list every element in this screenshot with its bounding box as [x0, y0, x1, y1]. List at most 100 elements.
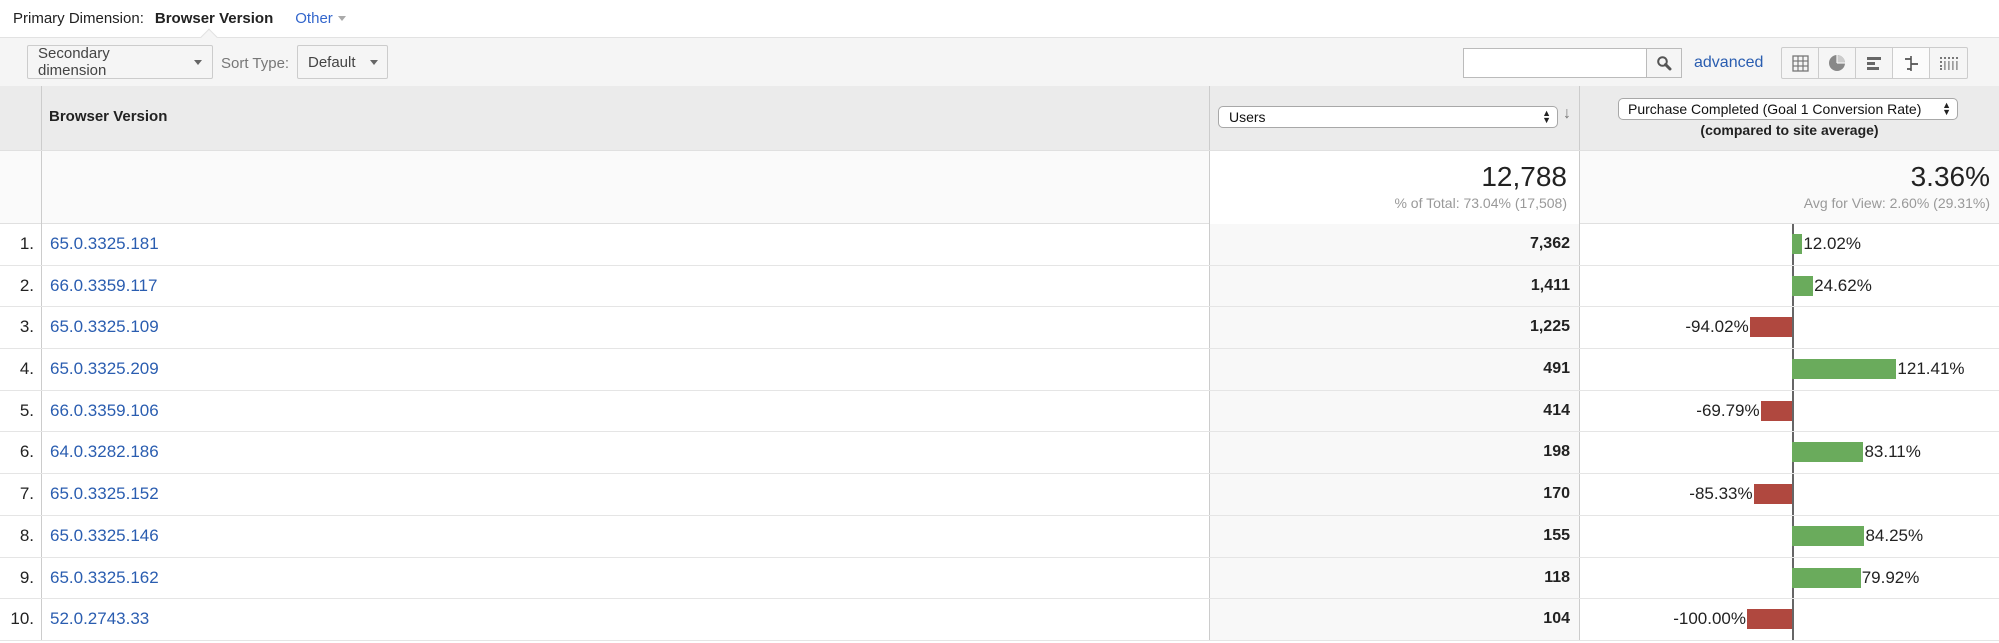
sort-type-dropdown[interactable]: Default — [297, 45, 388, 79]
primary-dimension-label: Primary Dimension: — [13, 9, 144, 27]
comparison-axis — [1792, 390, 1794, 432]
row-dimension-cell: 65.0.3325.152 — [42, 474, 1210, 515]
comparison-bar-positive — [1792, 567, 1861, 588]
table-row: 7. 65.0.3325.152 170 -85.33% — [0, 474, 1999, 516]
row-users-value: 1,225 — [1210, 307, 1580, 349]
comparison-label: -69.79% — [1696, 400, 1760, 420]
conversion-rate-total: 3.36% — [1910, 161, 1990, 192]
row-users-value: 155 — [1210, 515, 1580, 557]
users-percent-of-total: % of Total: 73.04% (17,508) — [1394, 195, 1567, 211]
comparison-bar-positive — [1792, 525, 1865, 546]
comparison-label: 24.62% — [1814, 275, 1872, 295]
comparison-label: 79.92% — [1861, 567, 1920, 587]
row-comparison-cell: 12.02% — [1580, 224, 1999, 265]
comparison-bar-negative — [1760, 400, 1792, 421]
row-dimension-cell: 52.0.2743.33 — [42, 599, 1210, 640]
row-users-value: 7,362 — [1210, 224, 1580, 265]
row-rank: 7. — [0, 474, 42, 515]
row-dimension-cell: 64.0.3282.186 — [42, 432, 1210, 474]
other-dimension-dropdown[interactable]: Other — [295, 10, 346, 27]
table-row: 10. 52.0.2743.33 104 -100.00% — [0, 599, 1999, 641]
header-rank-cell — [0, 86, 42, 150]
comparison-label: 83.11% — [1864, 442, 1921, 462]
row-comparison-cell: 83.11% — [1580, 432, 1999, 474]
browser-version-link[interactable]: 65.0.3325.181 — [50, 234, 159, 253]
conversion-rate-avg: Avg for View: 2.60% (29.31%) — [1803, 195, 1990, 211]
view-pivot-button[interactable] — [1930, 48, 1967, 78]
comparison-bar-positive — [1792, 234, 1803, 254]
browser-version-link[interactable]: 52.0.2743.33 — [50, 609, 149, 628]
select-arrows-icon: ▲ ▼ — [1542, 108, 1551, 125]
row-rank: 9. — [0, 557, 42, 599]
row-users-value: 170 — [1210, 474, 1580, 515]
comparison-label: -85.33% — [1689, 484, 1753, 504]
row-users-value: 104 — [1210, 599, 1580, 640]
table-row: 2. 66.0.3359.117 1,411 24.62% — [0, 265, 1999, 308]
comparison-axis — [1792, 599, 1794, 640]
table-toolbar: Secondary dimension Sort Type: Default a… — [0, 28, 1999, 86]
browser-version-link[interactable]: 65.0.3325.152 — [50, 484, 159, 503]
view-toggle-group — [1781, 47, 1968, 79]
row-dimension-cell: 65.0.3325.109 — [42, 307, 1210, 349]
row-comparison-cell: 79.92% — [1580, 557, 1999, 599]
pie-icon — [1829, 55, 1845, 71]
row-dimension-cell: 65.0.3325.146 — [42, 515, 1210, 557]
table-row: 9. 65.0.3325.162 118 79.92% — [0, 557, 1999, 600]
header-dimension-cell: Browser Version — [42, 86, 1210, 150]
comparison-bar-negative — [1747, 609, 1792, 630]
row-rank: 3. — [0, 307, 42, 349]
search-button[interactable] — [1646, 48, 1682, 78]
row-comparison-cell: -100.00% — [1580, 599, 1999, 640]
row-rank: 2. — [0, 265, 42, 307]
browser-version-link[interactable]: 65.0.3325.209 — [50, 359, 159, 378]
advanced-filter-link[interactable]: advanced — [1694, 54, 1763, 72]
summary-users-cell: 12,788 % of Total: 73.04% (17,508) — [1210, 151, 1580, 224]
comparison-axis — [1792, 474, 1794, 515]
browser-version-link[interactable]: 65.0.3325.109 — [50, 317, 159, 336]
other-dimension-label: Other — [295, 9, 333, 27]
row-dimension-cell: 65.0.3325.209 — [42, 349, 1210, 390]
comparison-bar-negative — [1753, 484, 1792, 505]
sort-type-label: Sort Type: — [221, 55, 290, 72]
browser-version-link[interactable]: 66.0.3359.117 — [50, 276, 157, 295]
select-arrows-icon: ▲ ▼ — [1942, 100, 1951, 117]
chevron-down-icon — [194, 59, 202, 65]
row-users-value: 118 — [1210, 557, 1580, 599]
view-performance-button[interactable] — [1856, 48, 1893, 78]
row-comparison-cell: -85.33% — [1580, 474, 1999, 515]
sort-type-value: Default — [308, 53, 356, 71]
secondary-dimension-label: Secondary dimension — [38, 45, 110, 79]
table-search-input[interactable] — [1463, 48, 1646, 78]
view-comparison-button[interactable] — [1893, 48, 1930, 78]
secondary-dimension-dropdown[interactable]: Secondary dimension — [27, 45, 213, 79]
view-percentage-button[interactable] — [1819, 48, 1856, 78]
comparison-subtitle: (compared to site average) — [1700, 122, 1879, 138]
comparison-bar-negative — [1749, 317, 1792, 338]
row-comparison-cell: 121.41% — [1580, 349, 1999, 390]
sort-descending-icon[interactable]: ↓ — [1563, 105, 1571, 123]
browser-version-link[interactable]: 65.0.3325.162 — [50, 568, 159, 587]
comparison-icon — [1904, 55, 1918, 71]
comparison-metric-select[interactable]: Purchase Completed (Goal 1 Conversion Ra… — [1618, 98, 1958, 120]
row-rank: 4. — [0, 349, 42, 390]
table-row: 3. 65.0.3325.109 1,225 -94.02% — [0, 307, 1999, 350]
comparison-label: 12.02% — [1803, 234, 1861, 253]
primary-dimension-value[interactable]: Browser Version — [155, 10, 273, 27]
comparison-bar-positive — [1792, 275, 1814, 296]
header-comparison-cell: Purchase Completed (Goal 1 Conversion Ra… — [1580, 86, 1999, 150]
row-comparison-cell: 84.25% — [1580, 515, 1999, 557]
view-data-table-button[interactable] — [1782, 48, 1819, 78]
header-metric-cell: Users ▲ ▼ ↓ — [1210, 86, 1580, 150]
metric-select[interactable]: Users ▲ ▼ — [1218, 106, 1558, 128]
dimension-column-header[interactable]: Browser Version — [49, 108, 167, 125]
browser-version-link[interactable]: 66.0.3359.106 — [50, 401, 159, 420]
comparison-label: 121.41% — [1897, 359, 1965, 379]
row-rank: 1. — [0, 224, 42, 265]
row-comparison-cell: -69.79% — [1580, 390, 1999, 432]
comparison-bar-positive — [1792, 442, 1864, 463]
grid-icon — [1791, 54, 1809, 72]
search-icon — [1657, 56, 1672, 71]
browser-version-link[interactable]: 64.0.3282.186 — [50, 442, 159, 461]
comparison-select-value: Purchase Completed (Goal 1 Conversion Ra… — [1628, 101, 1922, 117]
browser-version-link[interactable]: 65.0.3325.146 — [50, 526, 159, 545]
